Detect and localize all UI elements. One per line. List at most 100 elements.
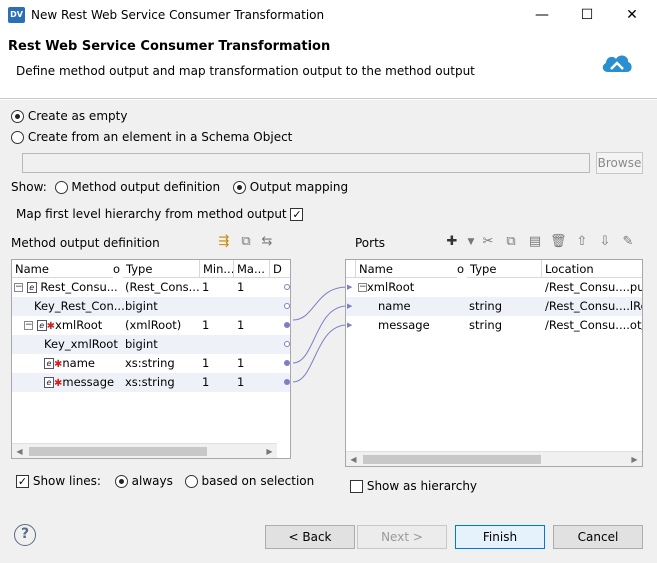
show-lines-label: Show lines:	[32, 474, 101, 488]
row-name: Rest_Consu...	[40, 280, 118, 294]
map-first-level-option[interactable]: Map first level hierarchy from method ou…	[16, 207, 304, 221]
row-name: message	[62, 375, 115, 389]
row-max: 1	[237, 375, 245, 389]
new-port-icon[interactable]: ✚	[444, 234, 460, 250]
finish-button[interactable]: Finish	[455, 525, 545, 549]
table-row[interactable]: ▶ −xmlRoot /Rest_Consu....put/	[346, 278, 643, 297]
auto-map-icon[interactable]: ⇶	[216, 234, 232, 250]
paste-icon[interactable]: ▤	[527, 234, 543, 250]
row-marker-icon: ▶	[347, 283, 353, 291]
row-location: /Rest_Consu....put/	[545, 280, 643, 294]
schema-object-field[interactable]	[22, 153, 590, 173]
col-header-name[interactable]: Name	[12, 260, 123, 278]
row-name: xmlRoot	[55, 318, 103, 332]
always-radio[interactable]	[114, 475, 128, 488]
table-row[interactable]: Key_xmlRoot bigint	[12, 335, 290, 354]
col-header-type[interactable]: Type	[467, 260, 542, 278]
based-on-selection-radio[interactable]	[184, 475, 198, 488]
create-from-schema-option[interactable]: Create from an element in a Schema Objec…	[11, 130, 292, 144]
show-as-hierarchy-checkbox[interactable]	[350, 480, 363, 493]
table-row[interactable]: e ✱name xs:string 1 1	[12, 354, 290, 373]
scroll-right-icon[interactable]: ▶	[262, 444, 277, 458]
show-method-output-radio[interactable]	[54, 181, 68, 194]
app-icon: DV	[8, 7, 25, 23]
minimize-button[interactable]: —	[519, 0, 565, 30]
move-down-icon[interactable]: ⇩	[597, 234, 613, 250]
next-button[interactable]: Next >	[357, 525, 447, 549]
row-max: 1	[237, 356, 245, 370]
row-type: xs:string	[125, 356, 175, 370]
row-type: bigint	[125, 299, 158, 313]
col-header-max[interactable]: Ma...	[234, 260, 270, 278]
move-up-icon[interactable]: ⇧	[574, 234, 590, 250]
row-marker-icon: ▶	[347, 302, 353, 310]
collapse-icon[interactable]: −	[358, 283, 367, 292]
show-as-hierarchy-option[interactable]: Show as hierarchy	[350, 479, 477, 493]
col-header-type[interactable]: Type	[123, 260, 200, 278]
cloud-arrow-icon	[602, 55, 632, 72]
table-row[interactable]: ▶ message string /Rest_Consu....ot/m	[346, 316, 642, 335]
element-icon: e	[36, 320, 47, 331]
scroll-left-icon[interactable]: ◀	[346, 452, 361, 466]
col-header-o[interactable]: o	[457, 260, 467, 278]
close-button[interactable]: ✕	[609, 0, 655, 30]
always-label: always	[131, 474, 173, 488]
edit-icon[interactable]: ✎	[620, 234, 636, 250]
ports-title: Ports	[355, 236, 386, 250]
row-name: xmlRoot	[367, 280, 415, 294]
ports-hscrollbar[interactable]: ◀ ▶	[346, 451, 642, 466]
copy-icon[interactable]: ⧉	[238, 234, 254, 250]
cut-icon[interactable]: ✂	[480, 234, 496, 250]
create-empty-radio[interactable]	[11, 110, 24, 123]
table-row[interactable]: e ✱message xs:string 1 1	[12, 373, 290, 392]
ports-grid[interactable]: Name o Type Location ▶ −xmlRoot /Rest_Co…	[345, 259, 643, 467]
show-output-mapping-radio[interactable]	[232, 181, 246, 194]
row-max: 1	[237, 318, 245, 332]
help-icon[interactable]: ?	[14, 524, 36, 546]
col-header-location[interactable]: Location	[542, 260, 642, 278]
dropdown-arrow-icon[interactable]: ▼	[463, 234, 479, 250]
link-icon[interactable]: ⇆	[259, 234, 275, 250]
row-name: message	[378, 318, 430, 332]
row-min: 1	[202, 318, 210, 332]
delete-icon[interactable]: 🗑	[550, 234, 567, 250]
row-type: (xmlRoot)	[125, 318, 182, 332]
scroll-right-icon[interactable]: ▶	[627, 452, 642, 466]
table-row[interactable]: − e ✱xmlRoot (xmlRoot) 1 1	[12, 316, 290, 335]
back-button[interactable]: < Back	[265, 525, 355, 549]
element-icon: e	[44, 377, 54, 388]
row-name: Key_xmlRoot	[44, 337, 118, 351]
show-label: Show:	[11, 180, 47, 194]
method-output-title: Method output definition	[11, 236, 160, 250]
method-output-grid[interactable]: Name o Type Min... Ma... D − e Rest_Cons…	[11, 259, 291, 459]
table-row[interactable]: ▶ name string /Rest_Consu....lRoo	[346, 297, 642, 316]
table-row[interactable]: Key_Rest_Con... bigint	[12, 297, 290, 316]
collapse-icon[interactable]: −	[24, 321, 33, 330]
map-first-level-checkbox[interactable]: ✓	[290, 208, 304, 221]
row-type: string	[469, 318, 503, 332]
create-from-schema-radio[interactable]	[11, 131, 24, 144]
scroll-thumb[interactable]	[363, 455, 541, 464]
scroll-thumb[interactable]	[29, 447, 207, 456]
row-min: 1	[202, 356, 210, 370]
create-empty-option[interactable]: Create as empty	[11, 109, 127, 123]
scroll-left-icon[interactable]: ◀	[12, 444, 27, 458]
required-icon: ✱	[46, 321, 56, 332]
collapse-icon[interactable]: −	[14, 283, 23, 292]
cancel-button[interactable]: Cancel	[553, 525, 643, 549]
row-name: Key_Rest_Con...	[34, 299, 124, 313]
element-icon: e	[26, 282, 37, 293]
copy-port-icon[interactable]: ⧉	[503, 234, 519, 250]
row-type: string	[469, 299, 503, 313]
show-output-mapping-label: Output mapping	[249, 180, 349, 194]
maximize-button[interactable]: ☐	[564, 0, 610, 30]
show-lines-checkbox[interactable]: ✓	[16, 475, 29, 488]
table-row[interactable]: − e Rest_Consu... (Rest_Cons... 1 1	[12, 278, 290, 297]
col-header-min[interactable]: Min...	[200, 260, 234, 278]
row-min: 1	[202, 280, 210, 294]
browse-button[interactable]: Browse	[596, 152, 643, 174]
method-output-hscrollbar[interactable]: ◀ ▶	[12, 443, 277, 458]
col-header-name[interactable]: Name	[356, 260, 467, 278]
create-from-schema-label: Create from an element in a Schema Objec…	[27, 130, 293, 144]
col-header-o[interactable]: o	[113, 260, 123, 278]
